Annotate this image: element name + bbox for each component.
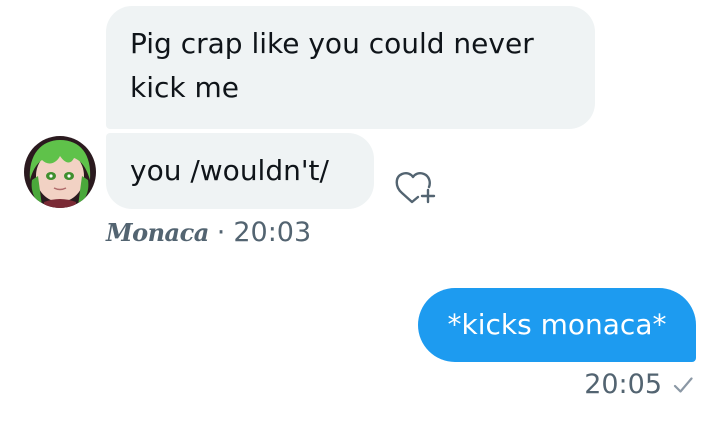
incoming-message-bubble[interactable]: you /wouldn't/ [106, 133, 374, 209]
message-timestamp: 20:05 [584, 369, 662, 400]
message-timestamp: 20:03 [233, 217, 312, 248]
avatar-image [24, 136, 96, 208]
add-reaction-button[interactable] [392, 164, 440, 208]
dm-conversation: Pig crap like you could never kick me yo… [0, 0, 720, 421]
message-text: Pig crap like you could never kick me [130, 27, 534, 104]
add-reaction-heart-icon [395, 172, 436, 204]
incoming-message-meta: Monaca · 20:03 [106, 213, 311, 253]
meta-separator: · [216, 217, 226, 248]
outgoing-message-bubble[interactable]: *kicks monaca* [418, 288, 696, 362]
incoming-message-bubble[interactable]: Pig crap like you could never kick me [106, 6, 595, 129]
sender-name[interactable]: Monaca [106, 218, 209, 247]
message-text: you /wouldn't/ [130, 154, 329, 187]
check-icon [672, 374, 694, 396]
message-text: *kicks monaca* [447, 308, 667, 341]
avatar[interactable] [24, 136, 96, 208]
outgoing-message-meta: 20:05 [584, 365, 694, 405]
